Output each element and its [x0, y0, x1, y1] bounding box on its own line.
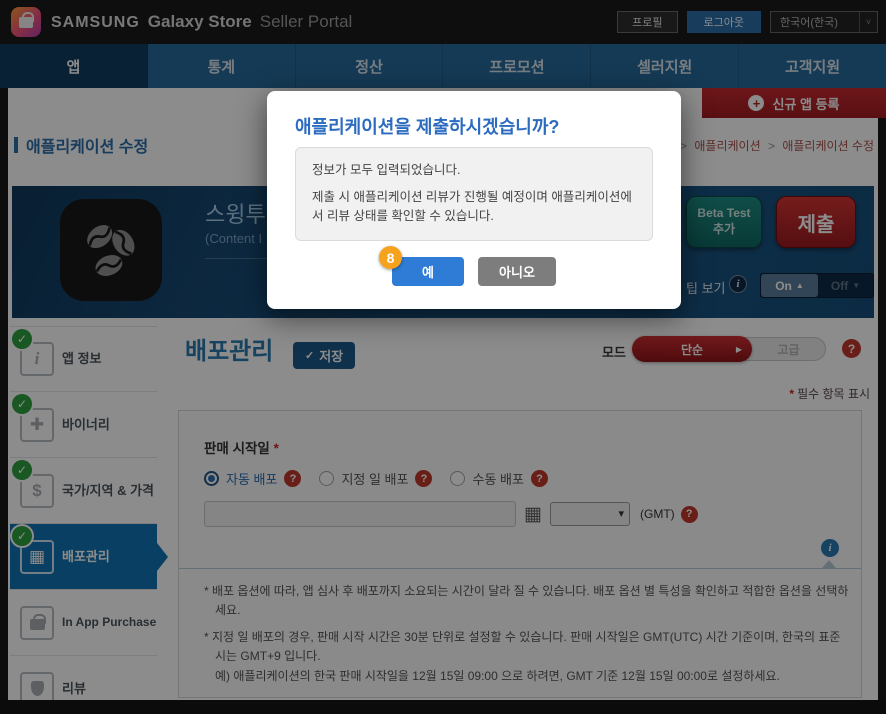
no-button[interactable]: 아니오	[478, 257, 556, 286]
yes-button[interactable]: 8 예	[392, 257, 464, 286]
step-badge: 8	[379, 246, 402, 269]
dialog-buttons: 8 예 아니오	[267, 257, 681, 286]
dialog-message-box: 정보가 모두 입력되었습니다. 제출 시 애플리케이션 리뷰가 진행될 예정이며…	[295, 147, 653, 241]
yes-button-label: 예	[422, 265, 434, 280]
seller-portal-app: SAMSUNG Galaxy Store Seller Portal 프로필 로…	[0, 0, 886, 714]
dialog-title: 애플리케이션을 제출하시겠습니까?	[295, 113, 559, 139]
dialog-message-2: 제출 시 애플리케이션 리뷰가 진행될 예정이며 애플리케이션에서 리뷰 상태를…	[312, 188, 636, 226]
submit-confirm-dialog: 애플리케이션을 제출하시겠습니까? 정보가 모두 입력되었습니다. 제출 시 애…	[267, 91, 681, 309]
dialog-message-1: 정보가 모두 입력되었습니다.	[312, 161, 636, 180]
